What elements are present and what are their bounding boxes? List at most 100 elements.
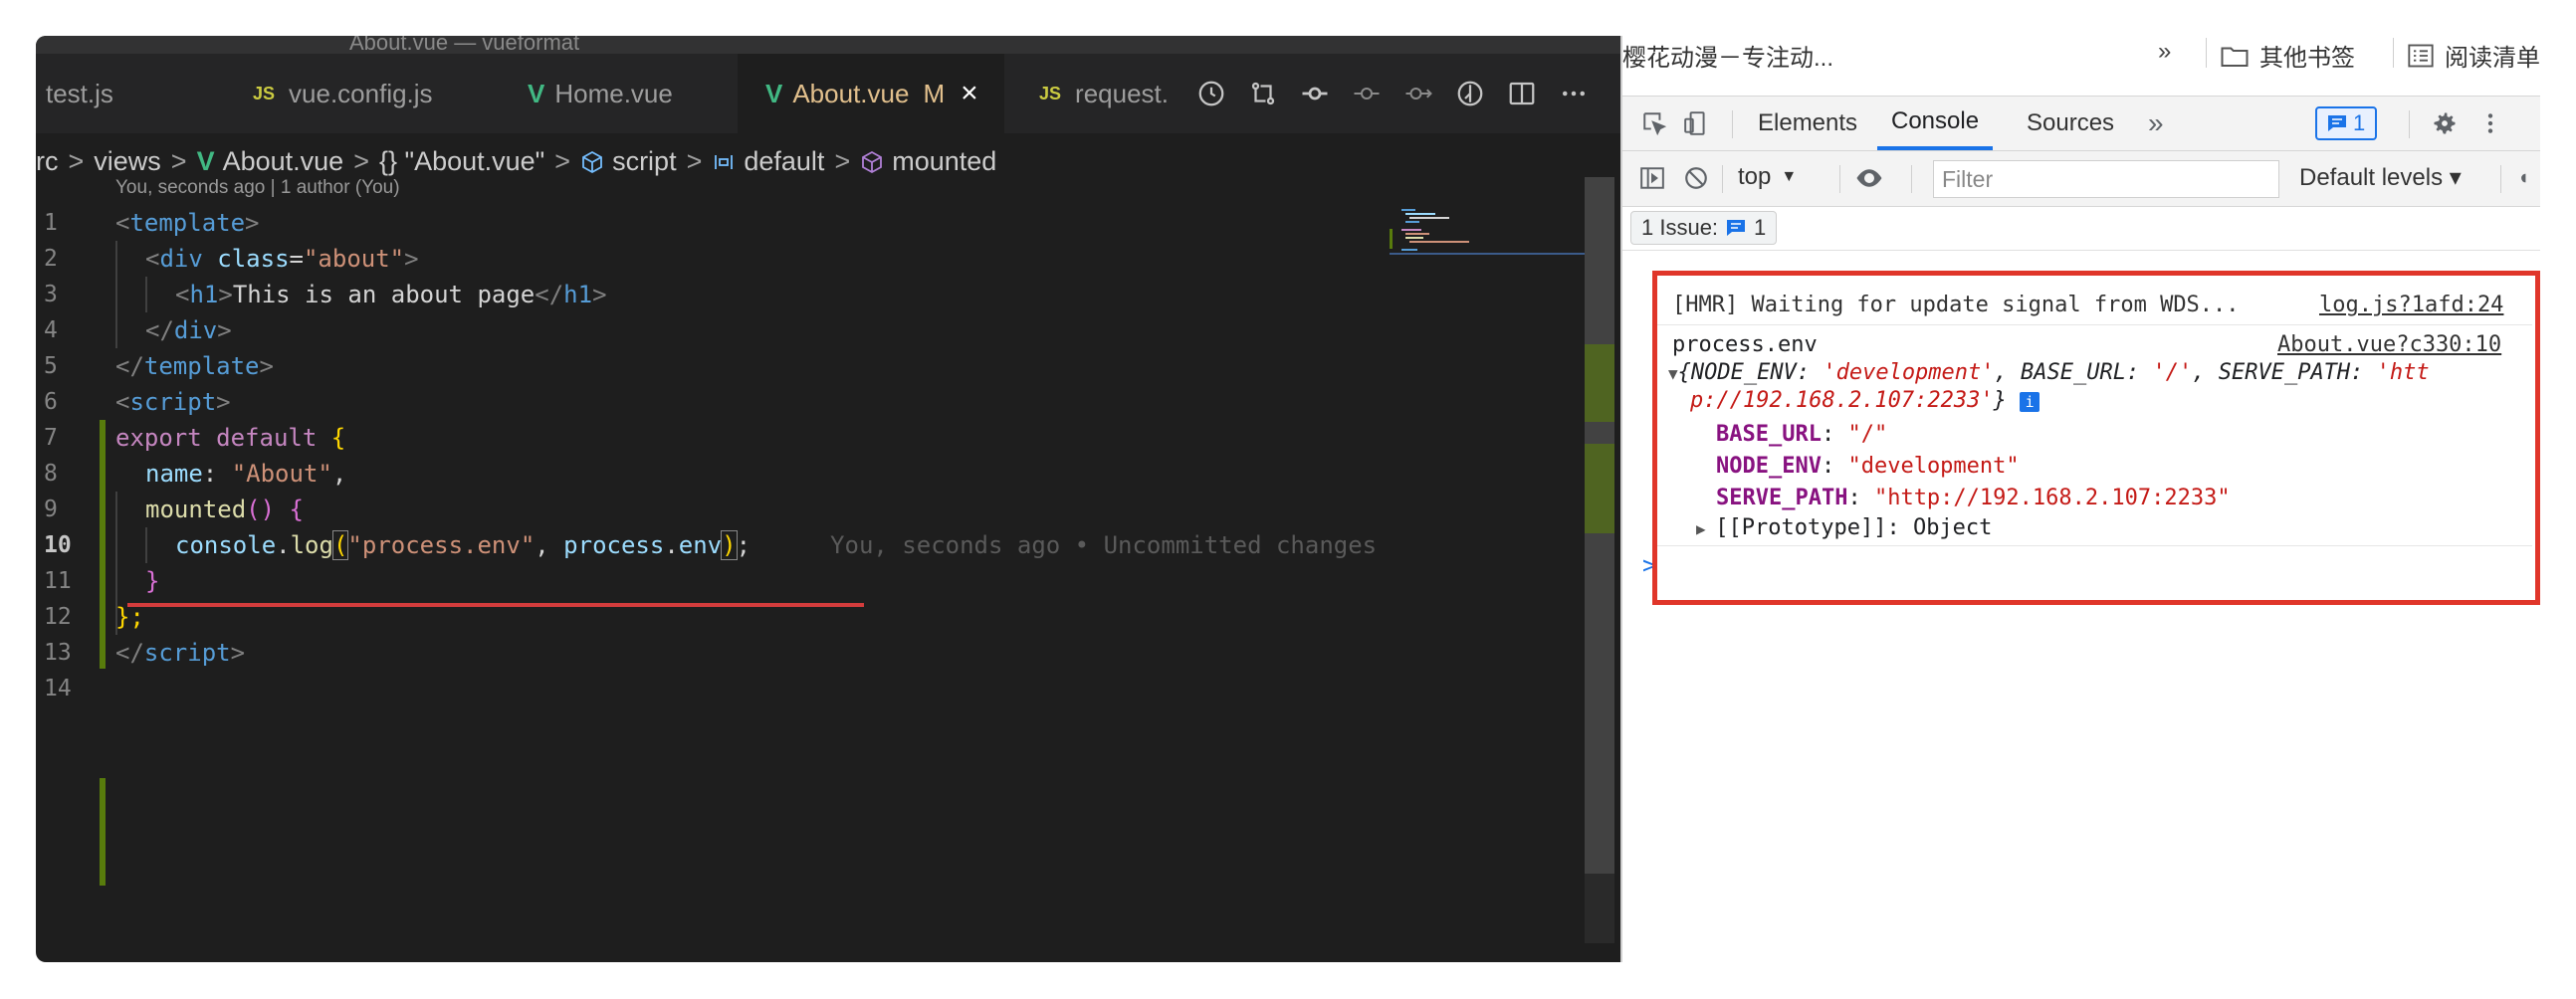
- code-line: 14: [36, 671, 1375, 706]
- added-lines-marker: [100, 778, 106, 886]
- issues-count-button[interactable]: 1 Issue: 1: [1630, 211, 1778, 245]
- code-line: 8 name: "About",: [44, 460, 347, 488]
- codelens-blame[interactable]: You, seconds ago | 1 author (You): [115, 177, 400, 199]
- method-icon: [860, 146, 884, 177]
- divider: [1732, 110, 1733, 138]
- context-selector[interactable]: top ▼: [1738, 163, 1797, 191]
- breadcrumb-item[interactable]: rc: [36, 146, 59, 177]
- breadcrumb-item[interactable]: default: [744, 146, 824, 177]
- compare-changes-icon[interactable]: [1237, 54, 1289, 133]
- title-bar: About.vue — vueformat: [36, 36, 1620, 55]
- previous-change-icon[interactable]: [1341, 54, 1393, 133]
- line-number: 3: [44, 282, 58, 307]
- annotation-highlight-box: [1652, 271, 2540, 605]
- line-number: 11: [44, 568, 72, 594]
- reading-list[interactable]: 阅读清单: [2407, 38, 2540, 73]
- breadcrumb-item[interactable]: About.vue: [223, 146, 344, 177]
- tab-label: Home.vue: [554, 78, 673, 108]
- code-line: 11 }: [44, 567, 160, 595]
- tab-label: test.js: [46, 78, 113, 108]
- vscode-window: About.vue — vueformat test.js JS vue.con…: [36, 36, 1620, 962]
- breadcrumb-item[interactable]: views: [94, 146, 161, 177]
- history-icon[interactable]: [1185, 54, 1237, 133]
- line-number: 2: [44, 246, 58, 272]
- line-number: 14: [44, 676, 72, 701]
- code-line: 7 export default {: [44, 424, 346, 452]
- divider: [2206, 38, 2207, 68]
- close-icon[interactable]: ×: [961, 77, 978, 110]
- code-line: 1 <template>: [44, 209, 260, 237]
- tab-test-js[interactable]: test.js: [46, 54, 113, 133]
- line-number: 12: [44, 604, 72, 630]
- breadcrumb-item[interactable]: mounted: [892, 146, 996, 177]
- modified-indicator: M: [923, 78, 946, 108]
- window-title: About.vue — vueformat: [349, 36, 580, 55]
- devtools-tab-bar: Elements Console Sources » 1: [1622, 96, 2540, 151]
- line-number: 8: [44, 461, 58, 487]
- js-file-icon: JS: [253, 83, 276, 103]
- line-number: 7: [44, 425, 58, 451]
- bookmark-site[interactable]: 樱花动漫－专注动...: [1622, 38, 1833, 73]
- timeline-icon[interactable]: [1444, 54, 1496, 133]
- minimap[interactable]: [1390, 205, 1599, 265]
- issues-bar: 1 Issue: 1: [1622, 207, 2540, 251]
- breadcrumb-separator: >: [353, 145, 369, 176]
- divider: [1722, 165, 1723, 193]
- folder-icon: [2221, 47, 2249, 67]
- more-actions-icon[interactable]: [1548, 54, 1600, 133]
- tab-elements[interactable]: Elements: [1748, 97, 1867, 150]
- console-settings-icon[interactable]: [2510, 163, 2530, 193]
- tab-vue-config-js[interactable]: JS vue.config.js: [253, 54, 433, 133]
- tab-request-js[interactable]: JS request.: [1039, 54, 1169, 133]
- bookmarks-more-icon[interactable]: »: [2158, 38, 2171, 66]
- line-number: 13: [44, 640, 72, 666]
- scrollbar-thumb[interactable]: [1585, 177, 1614, 874]
- breadcrumb-item[interactable]: script: [612, 146, 677, 177]
- more-options-icon[interactable]: [2474, 108, 2506, 138]
- tab-sources[interactable]: Sources: [2017, 97, 2124, 150]
- divider: [2393, 38, 2394, 68]
- log-levels-dropdown[interactable]: Default levels ▾: [2299, 163, 2462, 192]
- divider: [1839, 165, 1840, 193]
- filter-input[interactable]: Filter: [1933, 160, 2279, 198]
- code-line: 6 <script>: [44, 388, 231, 416]
- tab-label: vue.config.js: [289, 78, 433, 108]
- variable-icon: [712, 146, 736, 177]
- breadcrumb-separator: >: [68, 145, 85, 176]
- code-line: 4 </div>: [44, 316, 232, 344]
- settings-gear-icon[interactable]: [2429, 108, 2461, 138]
- browser-window: 樱花动漫－专注动... » 其他书签 阅读清单 Elements Console…: [1620, 36, 2540, 962]
- line-number: 10: [44, 532, 72, 558]
- split-editor-icon[interactable]: [1496, 54, 1548, 133]
- tab-home-vue[interactable]: V Home.vue: [528, 54, 673, 133]
- inspect-element-icon[interactable]: [1638, 108, 1670, 138]
- more-tabs-icon[interactable]: »: [2142, 97, 2170, 150]
- line-number: 6: [44, 389, 58, 415]
- tab-about-vue[interactable]: V About.vue M ×: [738, 54, 1004, 133]
- divider: [1911, 165, 1912, 193]
- tab-label: About.vue: [792, 78, 910, 108]
- tab-console[interactable]: Console: [1877, 97, 1994, 150]
- breadcrumb-separator: >: [686, 145, 703, 176]
- divider: [2500, 165, 2501, 193]
- breadcrumb-item[interactable]: {} "About.vue": [379, 146, 544, 177]
- bookmark-folder-label: 其他书签: [2259, 45, 2355, 72]
- issues-badge[interactable]: 1: [2315, 106, 2378, 140]
- bookmark-folder-other[interactable]: 其他书签: [2220, 38, 2355, 73]
- device-toolbar-icon[interactable]: [1680, 108, 1712, 138]
- reading-list-icon: [2408, 44, 2434, 67]
- breadcrumb-separator: >: [834, 145, 851, 176]
- next-change-icon[interactable]: [1393, 54, 1444, 133]
- code-editor[interactable]: 1 <template> 2 <div class="about"> 3 <h1…: [36, 205, 1378, 941]
- live-expression-eye-icon[interactable]: [1853, 163, 1885, 193]
- breadcrumb-separator: >: [554, 145, 571, 176]
- line-number: 5: [44, 353, 58, 379]
- clear-console-icon[interactable]: [1680, 163, 1712, 193]
- code-line-current: 10 console.log("process.env", process.en…: [44, 530, 1378, 560]
- editor-tab-bar: test.js JS vue.config.js V Home.vue V Ab…: [36, 54, 1620, 133]
- tab-label: request.: [1075, 78, 1169, 108]
- line-number: 4: [44, 317, 58, 343]
- sidebar-toggle-icon[interactable]: [1636, 163, 1668, 193]
- git-commit-icon[interactable]: [1289, 54, 1341, 133]
- vue-file-icon: V: [528, 78, 545, 108]
